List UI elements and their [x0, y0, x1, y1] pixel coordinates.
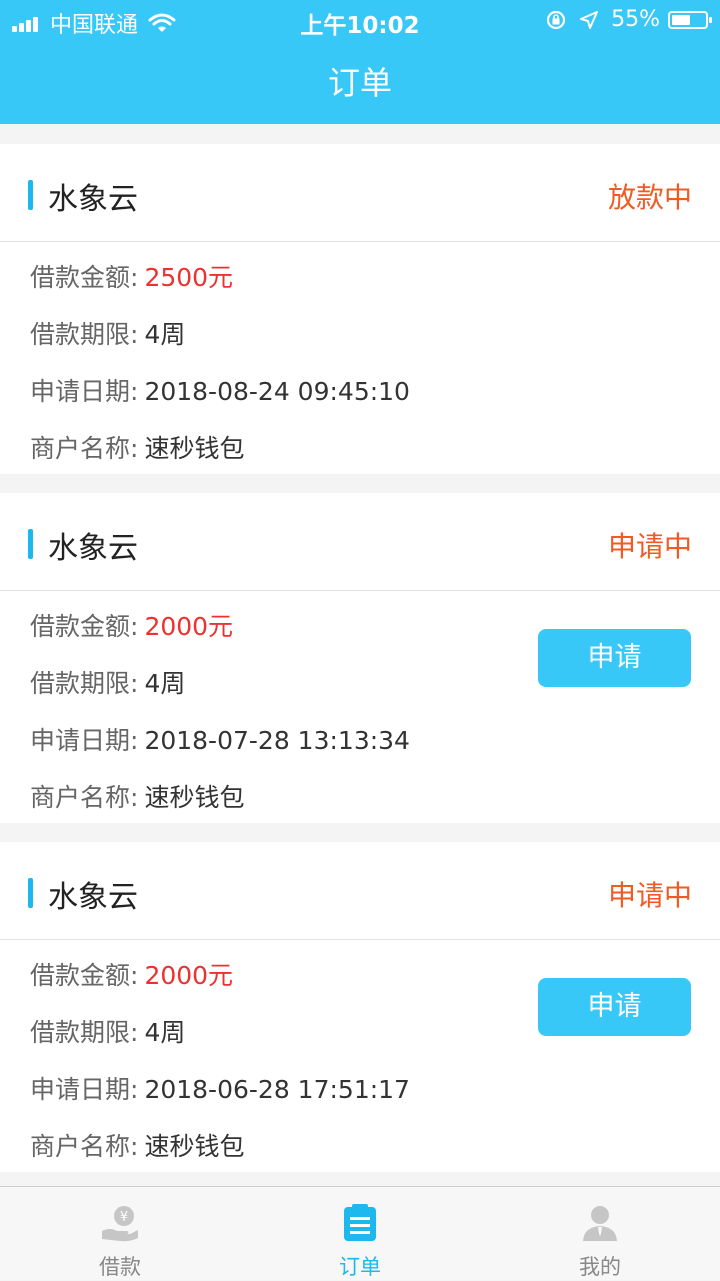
- apply-date-row: 申请日期: 2018-08-24 09:45:10: [30, 372, 410, 408]
- orientation-lock-icon: [546, 10, 566, 29]
- order-status: 申请中: [607, 879, 692, 912]
- product-name: 水象云: [48, 880, 138, 915]
- loan-hand-coin-icon: ¥: [102, 1206, 138, 1242]
- order-status: 放款中: [607, 181, 692, 214]
- apply-date-value: 2018-08-24 09:45:10: [144, 377, 410, 406]
- tab-order[interactable]: 订单: [240, 1187, 480, 1281]
- merchant-row: 商户名称: 速秒钱包: [30, 1127, 244, 1163]
- merchant-value: 速秒钱包: [144, 1132, 245, 1161]
- apply-date-row: 申请日期: 2018-06-28 17:51:17: [30, 1070, 410, 1106]
- order-card[interactable]: 水象云 放款中 借款金额: 2500元 借款期限: 4周 申请日期: 2018-08-…: [0, 144, 720, 474]
- loan-amount-value: 2000元: [144, 961, 234, 990]
- merchant-label: 商户名称:: [30, 783, 139, 812]
- merchant-value: 速秒钱包: [144, 783, 245, 812]
- apply-date-value: 2018-07-28 13:13:34: [144, 726, 410, 755]
- battery-percent: 55%: [611, 7, 660, 32]
- top-bar: 中国联通 上午10:02 55% 订单: [0, 0, 720, 124]
- loan-term-value: 4周: [144, 1018, 186, 1047]
- loan-term-label: 借款期限:: [30, 320, 139, 349]
- loan-amount-row: 借款金额: 2000元: [30, 956, 233, 992]
- location-arrow-icon: [580, 10, 599, 29]
- tab-order-label: 订单: [339, 1255, 381, 1279]
- tab-profile-label: 我的: [579, 1255, 621, 1279]
- loan-term-value: 4周: [144, 320, 186, 349]
- status-bar: 中国联通 上午10:02 55%: [0, 0, 720, 40]
- tab-profile[interactable]: 我的: [480, 1187, 720, 1281]
- product-name: 水象云: [48, 531, 138, 566]
- merchant-label: 商户名称:: [30, 1132, 139, 1161]
- page-title: 订单: [327, 64, 392, 102]
- apply-date-row: 申请日期: 2018-07-28 13:13:34: [30, 721, 410, 757]
- apply-date-label: 申请日期:: [30, 726, 139, 755]
- merchant-value: 速秒钱包: [144, 434, 245, 463]
- battery-icon: [668, 10, 712, 29]
- order-card-header: 水象云 申请中: [0, 493, 720, 591]
- order-card[interactable]: 水象云 申请中 借款金额: 2000元 借款期限: 4周 申请日期: 2018-07-…: [0, 493, 720, 823]
- loan-amount-value: 2500元: [144, 263, 234, 292]
- loan-term-row: 借款期限: 4周: [30, 315, 185, 351]
- merchant-label: 商户名称:: [30, 434, 139, 463]
- tab-loan[interactable]: ¥ 借款: [0, 1187, 240, 1281]
- product-name: 水象云: [48, 182, 138, 217]
- title-accent-bar: [28, 878, 33, 908]
- loan-amount-value: 2000元: [144, 612, 234, 641]
- order-card[interactable]: 水象云 申请中 借款金额: 2000元 借款期限: 4周 申请日期: 2018-06-…: [0, 842, 720, 1172]
- loan-term-value: 4周: [144, 669, 186, 698]
- title-accent-bar: [28, 180, 33, 210]
- loan-amount-label: 借款金额:: [30, 961, 139, 990]
- apply-date-label: 申请日期:: [30, 1075, 139, 1104]
- loan-amount-row: 借款金额: 2500元: [30, 258, 233, 294]
- order-status: 申请中: [607, 530, 692, 563]
- loan-amount-label: 借款金额:: [30, 612, 139, 641]
- order-card-header: 水象云 放款中: [0, 144, 720, 242]
- merchant-row: 商户名称: 速秒钱包: [30, 429, 244, 465]
- svg-text:¥: ¥: [120, 1210, 128, 1225]
- title-accent-bar: [28, 529, 33, 559]
- apply-button[interactable]: 申请: [538, 978, 691, 1036]
- loan-term-row: 借款期限: 4周: [30, 664, 185, 700]
- order-list-icon: [344, 1204, 376, 1241]
- loan-term-label: 借款期限:: [30, 1018, 139, 1047]
- order-card-header: 水象云 申请中: [0, 842, 720, 940]
- loan-term-row: 借款期限: 4周: [30, 1013, 185, 1049]
- apply-date-value: 2018-06-28 17:51:17: [144, 1075, 410, 1104]
- loan-amount-label: 借款金额:: [30, 263, 139, 292]
- tab-loan-label: 借款: [99, 1255, 141, 1279]
- loan-amount-row: 借款金额: 2000元: [30, 607, 233, 643]
- merchant-row: 商户名称: 速秒钱包: [30, 778, 244, 814]
- apply-date-label: 申请日期:: [30, 377, 139, 406]
- bottom-tab-bar: ¥ 借款 订单 我的: [0, 1186, 720, 1280]
- apply-button[interactable]: 申请: [538, 629, 691, 687]
- user-profile-icon: [583, 1206, 617, 1241]
- loan-term-label: 借款期限:: [30, 669, 139, 698]
